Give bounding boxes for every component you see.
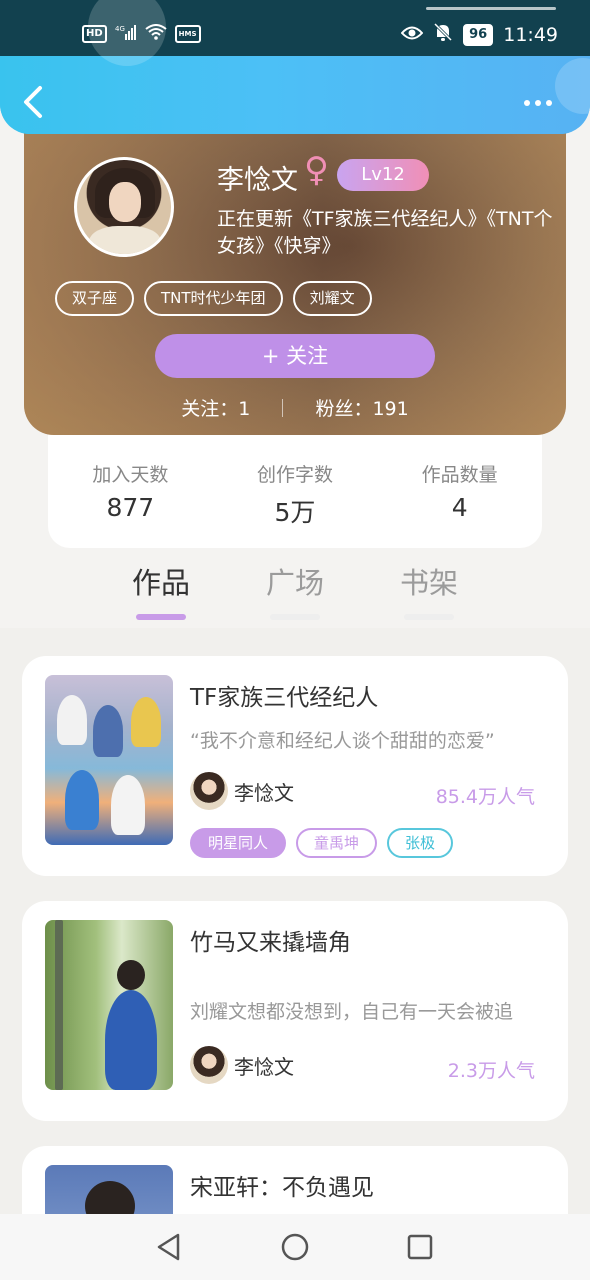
- book-tag[interactable]: 童禹坤: [296, 828, 378, 858]
- level-badge: Lv12: [337, 159, 429, 191]
- book-tags: 明星同人 童禹坤 张极: [190, 828, 454, 858]
- tab-label: 作品: [131, 566, 190, 600]
- book-title: 宋亚轩：不负遇见: [190, 1175, 374, 1201]
- book-title: 竹马又来撬墙角: [190, 930, 351, 956]
- notch-line: [426, 7, 556, 10]
- stats-card: 加入天数 877 创作字数 5万 作品数量 4: [48, 420, 542, 548]
- cover-figure: [93, 705, 123, 757]
- cover-figure: [55, 920, 63, 1090]
- book-tag[interactable]: 明星同人: [190, 828, 287, 858]
- more-dots-icon: [546, 100, 552, 106]
- tab-works[interactable]: 作品: [116, 560, 206, 620]
- profile-chips: 双子座 TNT时代少年团 刘耀文: [55, 281, 372, 316]
- profile-chip[interactable]: 双子座: [55, 281, 135, 316]
- fans-count[interactable]: 粉丝：191: [315, 398, 408, 420]
- chevron-left-icon: [24, 86, 42, 118]
- stat-word-count: 创作字数 5万: [225, 460, 365, 548]
- avatar[interactable]: [74, 157, 174, 257]
- book-cover: [45, 920, 173, 1090]
- eye-icon: [400, 24, 424, 46]
- battery-indicator: 96: [463, 23, 494, 46]
- avatar-body: [89, 226, 161, 254]
- book-description: “我不介意和经纪人谈个甜甜的恋爱”: [190, 730, 495, 752]
- cover-figure: [65, 770, 99, 830]
- user-bio: 正在更新《TF家族三代经纪人》《TNT个女孩》《快穿》: [217, 208, 553, 257]
- square-recent-icon: [407, 1234, 433, 1260]
- stat-value: 5万: [274, 498, 316, 527]
- more-button[interactable]: [524, 100, 552, 106]
- nav-back-button[interactable]: [154, 1232, 184, 1262]
- status-left: HD 4G HMS: [82, 24, 201, 44]
- tab-bookshelf[interactable]: 书架: [384, 560, 474, 620]
- book-cover: [45, 675, 173, 845]
- book-title: TF家族三代经纪人: [190, 685, 379, 711]
- book-description: 刘耀文想都没想到，自己有一天会被追: [190, 1001, 514, 1023]
- profile-card: 李惗文 ♀ Lv12 正在更新《TF家族三代经纪人》《TNT个女孩》《快穿》 双…: [24, 120, 566, 435]
- avatar-face: [109, 182, 141, 222]
- status-right: 96 11:49: [400, 22, 558, 47]
- system-nav-bar: [0, 1214, 590, 1280]
- triangle-back-icon: [157, 1233, 180, 1261]
- author-name: 李惗文: [234, 780, 294, 805]
- author-avatar: [190, 772, 228, 810]
- book-author[interactable]: 李惗文: [190, 772, 294, 810]
- wifi-icon: [145, 24, 167, 44]
- female-icon: ♀: [304, 150, 329, 190]
- tab-indicator: [136, 614, 186, 620]
- user-name: 李惗文: [217, 165, 298, 196]
- tab-bar: 作品 广场 书架: [0, 560, 590, 628]
- divider: [282, 399, 284, 417]
- cover-figure: [131, 697, 161, 747]
- circle-home-icon: [281, 1233, 309, 1261]
- popularity: 85.4万人气: [435, 786, 535, 808]
- book-card[interactable]: 竹马又来撬墙角 刘耀文想都没想到，自己有一天会被追 李惗文 2.3万人气: [22, 901, 568, 1121]
- stat-label: 作品数量: [421, 464, 498, 486]
- cover-figure: [57, 695, 87, 745]
- author-avatar: [190, 1046, 228, 1084]
- following-count[interactable]: 关注：1: [181, 398, 250, 420]
- header-background: [0, 56, 590, 134]
- top-header: HD 4G HMS 96 11:49: [0, 0, 590, 134]
- stat-label: 加入天数: [92, 464, 169, 486]
- cover-figure: [117, 960, 145, 990]
- svg-text:4G: 4G: [115, 25, 125, 33]
- hms-badge: HMS: [174, 25, 201, 43]
- tab-square[interactable]: 广场: [250, 560, 340, 620]
- author-name: 李惗文: [234, 1054, 294, 1079]
- profile-chip[interactable]: 刘耀文: [292, 281, 372, 316]
- stat-value: 877: [106, 493, 155, 522]
- signal-icon: 4G: [115, 24, 137, 44]
- book-tag[interactable]: 张极: [387, 828, 454, 858]
- stat-join-days: 加入天数 877: [60, 460, 200, 548]
- more-dots-icon: [524, 100, 530, 106]
- tab-label: 书架: [399, 566, 458, 600]
- book-author[interactable]: 李惗文: [190, 1046, 294, 1084]
- back-button[interactable]: [20, 82, 46, 122]
- stat-label: 创作字数: [256, 464, 333, 486]
- stat-value: 4: [451, 493, 468, 522]
- tab-indicator: [270, 614, 320, 620]
- nav-home-button[interactable]: [280, 1232, 310, 1262]
- nav-recent-button[interactable]: [405, 1232, 435, 1262]
- book-card[interactable]: TF家族三代经纪人 “我不介意和经纪人谈个甜甜的恋爱” 李惗文 85.4万人气 …: [22, 656, 568, 876]
- follow-button[interactable]: + 关注: [155, 334, 435, 378]
- tab-indicator: [404, 614, 454, 620]
- more-dots-icon: [535, 100, 541, 106]
- cover-figure: [111, 775, 145, 835]
- popularity: 2.3万人气: [447, 1060, 535, 1082]
- cover-figure: [105, 990, 157, 1090]
- profile-chip[interactable]: TNT时代少年团: [144, 281, 283, 316]
- hd-badge: HD: [82, 25, 107, 43]
- stat-works-count: 作品数量 4: [390, 460, 530, 548]
- tab-label: 广场: [265, 566, 324, 600]
- clock: 11:49: [503, 23, 558, 46]
- follow-counts: 关注：1 粉丝：191: [24, 394, 566, 421]
- mute-bell-icon: [433, 22, 453, 47]
